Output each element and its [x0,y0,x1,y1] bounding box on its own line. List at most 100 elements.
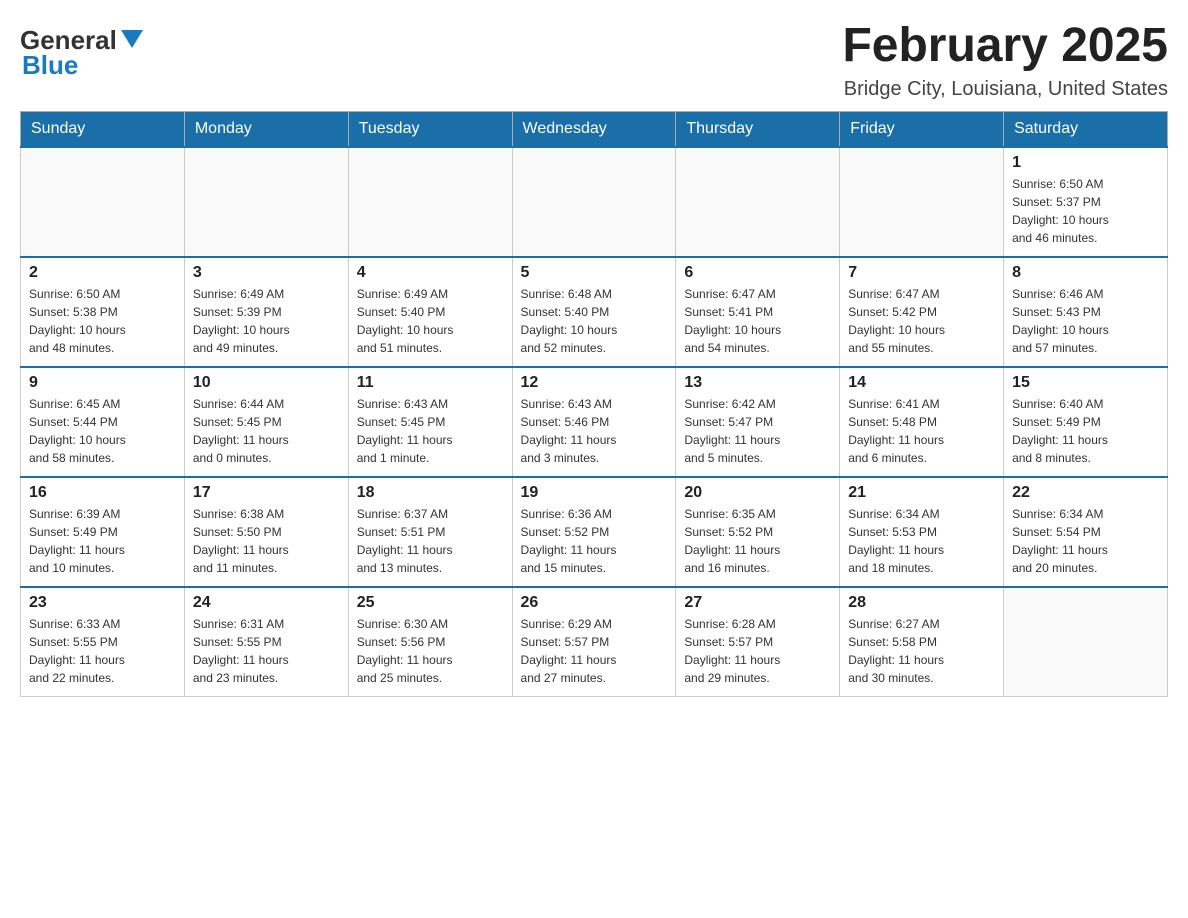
page-header: General Blue February 2025 Bridge City, … [20,20,1168,101]
day-info: Sunrise: 6:28 AMSunset: 5:57 PMDaylight:… [684,615,831,687]
day-info: Sunrise: 6:46 AMSunset: 5:43 PMDaylight:… [1012,285,1159,357]
col-monday: Monday [184,111,348,147]
day-number: 15 [1012,374,1159,392]
calendar-cell: 18 Sunrise: 6:37 AMSunset: 5:51 PMDayligh… [348,477,512,587]
calendar-cell: 25 Sunrise: 6:30 AMSunset: 5:56 PMDayligh… [348,587,512,697]
calendar-cell [21,147,185,257]
calendar-cell: 16 Sunrise: 6:39 AMSunset: 5:49 PMDayligh… [21,477,185,587]
day-number: 27 [684,594,831,612]
day-number: 26 [521,594,668,612]
col-tuesday: Tuesday [348,111,512,147]
day-number: 10 [193,374,340,392]
col-sunday: Sunday [21,111,185,147]
day-number: 3 [193,264,340,282]
day-info: Sunrise: 6:34 AMSunset: 5:54 PMDaylight:… [1012,505,1159,577]
calendar-cell [1004,587,1168,697]
calendar-header-row: Sunday Monday Tuesday Wednesday Thursday… [21,111,1168,147]
day-info: Sunrise: 6:35 AMSunset: 5:52 PMDaylight:… [684,505,831,577]
day-info: Sunrise: 6:40 AMSunset: 5:49 PMDaylight:… [1012,395,1159,467]
day-number: 14 [848,374,995,392]
title-section: February 2025 Bridge City, Louisiana, Un… [842,20,1168,101]
day-info: Sunrise: 6:31 AMSunset: 5:55 PMDaylight:… [193,615,340,687]
calendar-cell: 6 Sunrise: 6:47 AMSunset: 5:41 PMDaylight… [676,257,840,367]
day-number: 18 [357,484,504,502]
col-friday: Friday [840,111,1004,147]
day-number: 7 [848,264,995,282]
calendar-cell: 28 Sunrise: 6:27 AMSunset: 5:58 PMDayligh… [840,587,1004,697]
day-info: Sunrise: 6:44 AMSunset: 5:45 PMDaylight:… [193,395,340,467]
calendar-cell: 10 Sunrise: 6:44 AMSunset: 5:45 PMDayligh… [184,367,348,477]
calendar-table: Sunday Monday Tuesday Wednesday Thursday… [20,111,1168,698]
day-number: 17 [193,484,340,502]
day-number: 23 [29,594,176,612]
calendar-cell: 8 Sunrise: 6:46 AMSunset: 5:43 PMDaylight… [1004,257,1168,367]
day-info: Sunrise: 6:41 AMSunset: 5:48 PMDaylight:… [848,395,995,467]
day-number: 13 [684,374,831,392]
day-number: 16 [29,484,176,502]
day-number: 19 [521,484,668,502]
calendar-cell: 15 Sunrise: 6:40 AMSunset: 5:49 PMDayligh… [1004,367,1168,477]
calendar-cell: 22 Sunrise: 6:34 AMSunset: 5:54 PMDayligh… [1004,477,1168,587]
week-row-2: 2Sunrise: 6:50 AMSunset: 5:38 PMDaylight… [21,257,1168,367]
col-wednesday: Wednesday [512,111,676,147]
month-title: February 2025 [842,20,1168,73]
location-subtitle: Bridge City, Louisiana, United States [842,78,1168,101]
logo-arrow-icon [121,30,143,48]
calendar-cell: 14 Sunrise: 6:41 AMSunset: 5:48 PMDayligh… [840,367,1004,477]
day-info: Sunrise: 6:27 AMSunset: 5:58 PMDaylight:… [848,615,995,687]
col-thursday: Thursday [676,111,840,147]
day-number: 28 [848,594,995,612]
day-number: 9 [29,374,176,392]
calendar-cell [512,147,676,257]
day-number: 11 [357,374,504,392]
day-number: 20 [684,484,831,502]
day-number: 21 [848,484,995,502]
week-row-3: 9 Sunrise: 6:45 AMSunset: 5:44 PMDaylight… [21,367,1168,477]
day-info: Sunrise: 6:42 AMSunset: 5:47 PMDaylight:… [684,395,831,467]
day-info: Sunrise: 6:50 AMSunset: 5:37 PMDaylight:… [1012,175,1159,247]
day-info: Sunrise: 6:34 AMSunset: 5:53 PMDaylight:… [848,505,995,577]
calendar-cell: 1 Sunrise: 6:50 AMSunset: 5:37 PMDaylight… [1004,147,1168,257]
day-info: Sunrise: 6:47 AMSunset: 5:41 PMDaylight:… [684,285,831,357]
day-info: Sunrise: 6:43 AMSunset: 5:46 PMDaylight:… [521,395,668,467]
calendar-cell: 12 Sunrise: 6:43 AMSunset: 5:46 PMDayligh… [512,367,676,477]
calendar-cell: 4Sunrise: 6:49 AMSunset: 5:40 PMDaylight… [348,257,512,367]
calendar-cell: 2Sunrise: 6:50 AMSunset: 5:38 PMDaylight… [21,257,185,367]
calendar-cell: 26 Sunrise: 6:29 AMSunset: 5:57 PMDayligh… [512,587,676,697]
day-info: Sunrise: 6:30 AMSunset: 5:56 PMDaylight:… [357,615,504,687]
day-info: Sunrise: 6:37 AMSunset: 5:51 PMDaylight:… [357,505,504,577]
calendar-cell: 20 Sunrise: 6:35 AMSunset: 5:52 PMDayligh… [676,477,840,587]
day-number: 8 [1012,264,1159,282]
day-info: Sunrise: 6:47 AMSunset: 5:42 PMDaylight:… [848,285,995,357]
day-info: Sunrise: 6:50 AMSunset: 5:38 PMDaylight:… [29,285,176,357]
week-row-5: 23 Sunrise: 6:33 AMSunset: 5:55 PMDayligh… [21,587,1168,697]
calendar-cell: 23 Sunrise: 6:33 AMSunset: 5:55 PMDayligh… [21,587,185,697]
day-info: Sunrise: 6:38 AMSunset: 5:50 PMDaylight:… [193,505,340,577]
calendar-cell: 13 Sunrise: 6:42 AMSunset: 5:47 PMDayligh… [676,367,840,477]
day-info: Sunrise: 6:33 AMSunset: 5:55 PMDaylight:… [29,615,176,687]
day-number: 24 [193,594,340,612]
calendar-cell [348,147,512,257]
calendar-cell: 3Sunrise: 6:49 AMSunset: 5:39 PMDaylight… [184,257,348,367]
calendar-cell: 21 Sunrise: 6:34 AMSunset: 5:53 PMDayligh… [840,477,1004,587]
day-info: Sunrise: 6:29 AMSunset: 5:57 PMDaylight:… [521,615,668,687]
calendar-cell [184,147,348,257]
day-number: 12 [521,374,668,392]
calendar-cell [840,147,1004,257]
day-number: 22 [1012,484,1159,502]
day-number: 1 [1012,154,1159,172]
day-info: Sunrise: 6:48 AMSunset: 5:40 PMDaylight:… [521,285,668,357]
calendar-cell [676,147,840,257]
calendar-cell: 27 Sunrise: 6:28 AMSunset: 5:57 PMDayligh… [676,587,840,697]
calendar-cell: 24 Sunrise: 6:31 AMSunset: 5:55 PMDayligh… [184,587,348,697]
calendar-cell: 17 Sunrise: 6:38 AMSunset: 5:50 PMDayligh… [184,477,348,587]
day-info: Sunrise: 6:49 AMSunset: 5:40 PMDaylight:… [357,285,504,357]
day-info: Sunrise: 6:39 AMSunset: 5:49 PMDaylight:… [29,505,176,577]
calendar-cell: 7 Sunrise: 6:47 AMSunset: 5:42 PMDaylight… [840,257,1004,367]
week-row-1: 1 Sunrise: 6:50 AMSunset: 5:37 PMDaylight… [21,147,1168,257]
day-number: 6 [684,264,831,282]
day-info: Sunrise: 6:45 AMSunset: 5:44 PMDaylight:… [29,395,176,467]
calendar-cell: 11Sunrise: 6:43 AMSunset: 5:45 PMDayligh… [348,367,512,477]
logo: General Blue [20,25,143,81]
day-number: 25 [357,594,504,612]
